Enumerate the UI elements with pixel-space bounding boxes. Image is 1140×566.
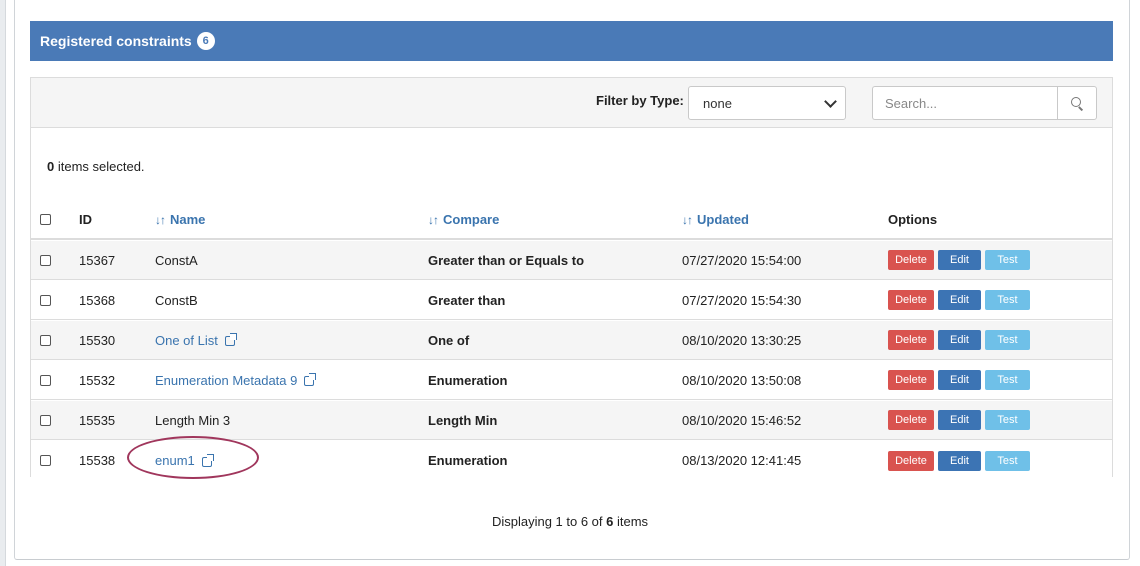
row-checkbox[interactable] <box>40 294 51 306</box>
row-compare: Greater than <box>428 292 506 308</box>
sort-arrows-icon: ↓↑ <box>155 212 166 227</box>
delete-button[interactable]: Delete <box>888 370 934 390</box>
edit-button[interactable]: Edit <box>938 330 981 350</box>
left-rail <box>0 0 6 566</box>
row-id: 15367 <box>79 252 116 268</box>
column-header-options: Options <box>888 212 938 227</box>
constraints-table: 0 items selected. ID ↓↑ Name ↓↑ Compare ↓↑… <box>30 128 1113 480</box>
row-checkbox[interactable] <box>40 254 51 266</box>
test-button[interactable]: Test <box>985 450 1030 471</box>
row-updated: 08/13/2020 12:41:45 <box>682 453 802 468</box>
delete-button[interactable]: Delete <box>888 410 934 430</box>
constraint-name: Length Min 3 <box>155 412 231 428</box>
row-compare: Enumeration <box>428 372 508 388</box>
sort-arrows-icon: ↓↑ <box>682 212 693 227</box>
constraint-name: ConstA <box>155 252 198 268</box>
row-id: 15368 <box>79 292 116 308</box>
test-button[interactable]: Test <box>985 290 1030 310</box>
table-row: 15530 One of List One of 08/10/2020 13:30:2… <box>31 321 1112 360</box>
row-checkbox[interactable] <box>40 455 51 466</box>
table-row: 15532 Enumeration Metadata 9 Enumeration 08… <box>31 361 1112 400</box>
test-button[interactable]: Test <box>985 410 1030 430</box>
constraint-name-link[interactable]: Enumeration Metadata 9 <box>155 373 297 388</box>
select-all-checkbox[interactable] <box>40 214 51 225</box>
edit-button[interactable]: Edit <box>938 370 981 390</box>
row-updated: 07/27/2020 15:54:00 <box>682 252 802 268</box>
edit-button[interactable]: Edit <box>938 410 981 430</box>
external-link-icon[interactable] <box>224 333 237 346</box>
test-button[interactable]: Test <box>985 330 1030 350</box>
delete-button[interactable]: Delete <box>888 290 934 310</box>
delete-button[interactable]: Delete <box>888 450 934 471</box>
filter-type-value: none <box>703 95 732 111</box>
table-row: 15368 ConstB Greater than 07/27/2020 15:54:… <box>31 281 1112 320</box>
filter-label: Filter by Type: <box>596 93 684 108</box>
external-link-icon[interactable] <box>201 453 214 467</box>
sort-arrows-icon: ↓↑ <box>428 212 439 227</box>
row-updated: 08/10/2020 15:46:52 <box>682 412 802 428</box>
search-icon <box>1071 97 1084 111</box>
row-checkbox[interactable] <box>40 374 51 386</box>
constraint-name: ConstB <box>155 292 198 308</box>
row-checkbox[interactable] <box>40 414 51 426</box>
table-header: ID ↓↑ Name ↓↑ Compare ↓↑ Updated Options <box>31 201 1112 240</box>
row-id: 15532 <box>79 372 116 388</box>
count-badge: 6 <box>196 32 215 50</box>
external-link-icon[interactable] <box>304 373 317 386</box>
row-compare: Enumeration <box>428 453 508 468</box>
selected-suffix: items selected. <box>54 159 145 174</box>
row-compare: Length Min <box>428 412 498 428</box>
row-updated: 08/10/2020 13:30:25 <box>682 332 802 348</box>
column-header-updated[interactable]: ↓↑ Updated <box>682 201 749 238</box>
column-header-name[interactable]: ↓↑ Name <box>155 201 205 238</box>
pagination-info: Displaying 1 to 6 of 6 items <box>491 514 649 529</box>
toolbar: Filter by Type: none <box>30 77 1113 128</box>
delete-button[interactable]: Delete <box>888 330 934 350</box>
panel-title: Registered constraints <box>40 33 192 49</box>
edit-button[interactable]: Edit <box>938 290 981 310</box>
test-button[interactable]: Test <box>985 250 1030 270</box>
edit-button[interactable]: Edit <box>938 450 981 471</box>
edit-button[interactable]: Edit <box>938 250 981 270</box>
row-updated: 07/27/2020 15:54:30 <box>682 292 802 308</box>
table-row: 15535 Length Min 3 Length Min 08/10/2020 15… <box>31 401 1112 440</box>
search-input[interactable] <box>872 86 1058 120</box>
column-header-compare[interactable]: ↓↑ Compare <box>428 201 499 238</box>
row-id: 15538 <box>79 453 116 468</box>
search-button[interactable] <box>1057 86 1097 120</box>
row-updated: 08/10/2020 13:50:08 <box>682 372 802 388</box>
row-id: 15535 <box>79 412 116 428</box>
delete-button[interactable]: Delete <box>888 250 934 270</box>
panel-header: Registered constraints 6 <box>30 21 1113 61</box>
constraint-name-link[interactable]: One of List <box>155 333 218 348</box>
row-compare: Greater than or Equals to <box>428 252 585 268</box>
row-compare: One of <box>428 332 470 348</box>
filter-type-select[interactable]: none <box>688 86 846 120</box>
chevron-down-icon <box>824 95 837 108</box>
row-id: 15530 <box>79 332 116 348</box>
table-row: 15538 enum1 Enumeration 08/13/2020 12:41:45… <box>31 441 1112 480</box>
row-checkbox[interactable] <box>40 334 51 346</box>
table-row: 15367 ConstA Greater than or Equals to 07/2… <box>31 241 1112 280</box>
selection-status: 0 items selected. <box>47 159 145 174</box>
constraint-name-link[interactable]: enum1 <box>155 453 195 468</box>
test-button[interactable]: Test <box>985 370 1030 390</box>
column-header-id: ID <box>79 212 92 227</box>
